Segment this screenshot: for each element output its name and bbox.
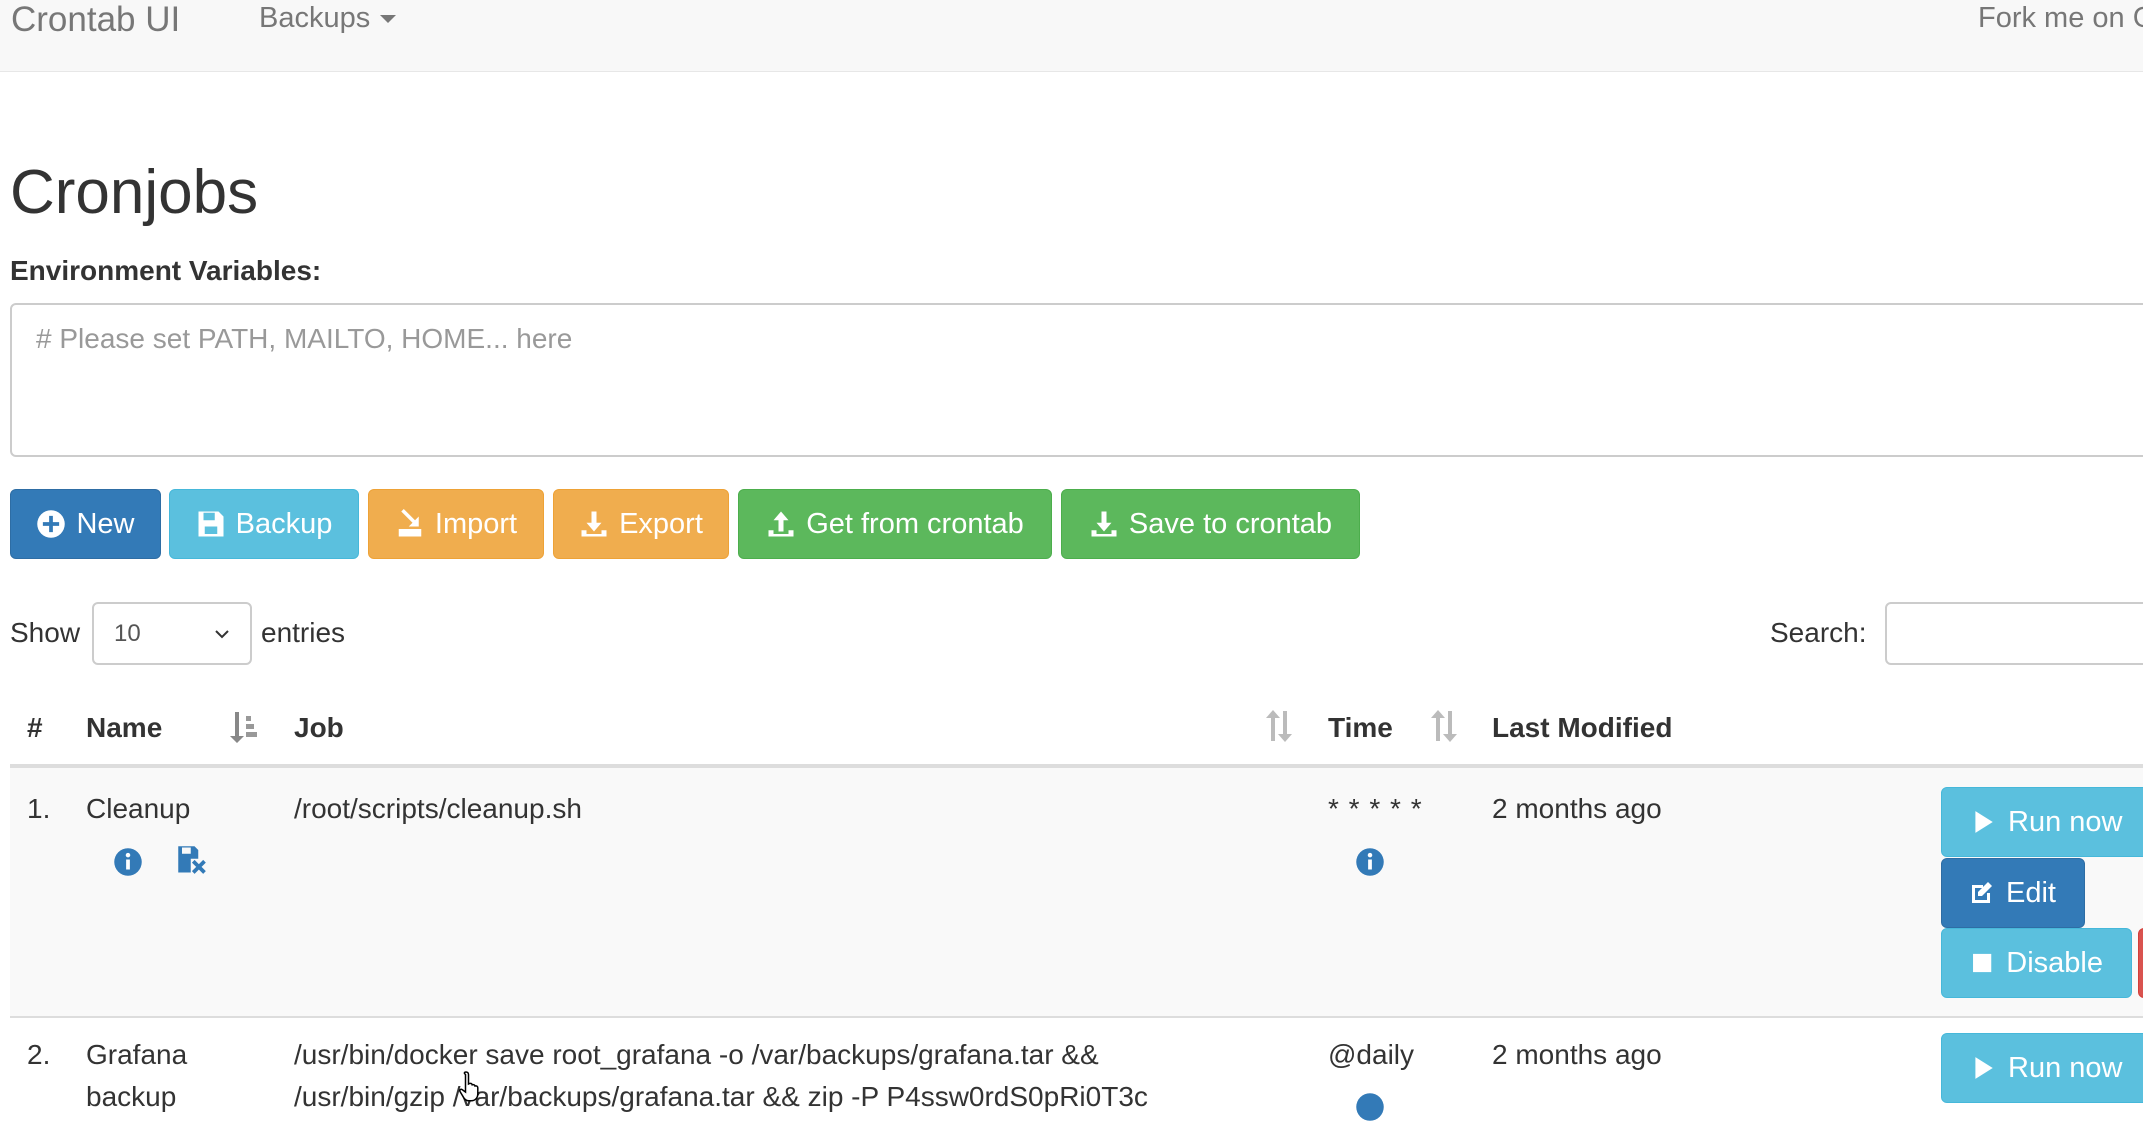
page-length-select[interactable]: 10: [92, 602, 252, 665]
get-from-crontab-button[interactable]: Get from crontab: [738, 489, 1052, 559]
get-from-crontab-label: Get from crontab: [806, 507, 1024, 540]
floppy-remove-icon[interactable]: [177, 845, 207, 875]
run-now-label: Run now: [2008, 805, 2123, 838]
search-input[interactable]: [1885, 602, 2143, 665]
job-command-continued: /usr/bin/gzip /var/backups/grafana.tar &…: [294, 1081, 1148, 1112]
column-header-index: #: [27, 712, 43, 743]
edit-icon: [1972, 881, 1993, 904]
upload-icon: [768, 511, 794, 537]
entries-label: entries: [261, 617, 346, 648]
save-to-crontab-button[interactable]: Save to crontab: [1061, 489, 1360, 559]
backup-floppy-icon: [198, 511, 224, 537]
export-button[interactable]: Export: [553, 489, 729, 559]
disable-label: Disable: [2006, 946, 2103, 979]
job-schedule: @daily: [1328, 1039, 1415, 1070]
run-now-button[interactable]: Run now: [1941, 787, 2143, 857]
job-name: Grafana: [86, 1039, 188, 1070]
info-icon[interactable]: [113, 847, 143, 877]
column-header-job[interactable]: Job: [294, 712, 344, 744]
run-now-button[interactable]: Run now: [1941, 1033, 2143, 1103]
brand-link[interactable]: Crontab UI: [11, 0, 180, 40]
column-header-name[interactable]: Name: [86, 712, 162, 744]
last-modified: 2 months ago: [1492, 1039, 1662, 1070]
row-index: 2.: [27, 1039, 51, 1070]
column-header-time[interactable]: Time: [1328, 712, 1393, 744]
new-label: New: [76, 507, 135, 540]
download-icon: [1091, 511, 1117, 537]
new-job-button[interactable]: New: [10, 489, 161, 559]
info-icon[interactable]: [1355, 1092, 1385, 1122]
env-vars-label: Environment Variables:: [10, 255, 322, 286]
job-name: Cleanup: [86, 793, 191, 824]
info-icon[interactable]: [1355, 847, 1385, 877]
row-index: 1.: [27, 793, 51, 824]
sort-alpha-icon[interactable]: [229, 708, 259, 744]
page-length-value: 10: [114, 619, 141, 647]
fork-github-link[interactable]: Fork me on G: [1978, 2, 2143, 35]
play-icon: [1975, 811, 1993, 833]
run-now-label: Run now: [2008, 1051, 2123, 1084]
show-label: Show: [10, 617, 81, 648]
export-label: Export: [619, 507, 703, 540]
job-command: /root/scripts/cleanup.sh: [294, 793, 582, 824]
job-name-continued: backup: [86, 1081, 177, 1112]
sort-icon[interactable]: [1428, 708, 1458, 744]
plus-circle-icon: [37, 510, 66, 538]
play-icon: [1975, 1057, 1993, 1079]
import-icon: [398, 509, 422, 537]
disable-button[interactable]: Disable: [1941, 928, 2132, 998]
save-to-crontab-label: Save to crontab: [1128, 507, 1333, 540]
job-command: /usr/bin/docker save root_grafana -o /va…: [294, 1039, 1099, 1070]
hand-cursor-icon: [459, 1071, 479, 1102]
top-navbar: Crontab UI Backups Fork me on G: [0, 0, 2143, 72]
backups-dropdown[interactable]: Backups: [259, 2, 397, 35]
import-button[interactable]: Import: [368, 489, 544, 559]
job-schedule: * * * * *: [1328, 793, 1423, 824]
search-label: Search:: [1770, 617, 1867, 648]
last-modified: 2 months ago: [1492, 793, 1662, 824]
edit-label: Edit: [2006, 876, 2056, 909]
import-label: Import: [434, 507, 518, 540]
delete-button[interactable]: [2138, 928, 2143, 998]
edit-button[interactable]: Edit: [1941, 858, 2085, 928]
caret-down-icon: [380, 15, 397, 24]
sort-icon[interactable]: [1263, 708, 1293, 744]
backup-button[interactable]: Backup: [169, 489, 359, 559]
stop-icon: [1973, 953, 1992, 973]
chevron-down-icon: [215, 629, 229, 638]
backups-label: Backups: [259, 2, 371, 34]
backup-label: Backup: [235, 507, 333, 540]
column-header-last-modified: Last Modified: [1492, 712, 1673, 743]
download-icon: [581, 511, 607, 537]
page-title: Cronjobs: [10, 158, 259, 227]
env-vars-textarea[interactable]: [10, 303, 2143, 457]
